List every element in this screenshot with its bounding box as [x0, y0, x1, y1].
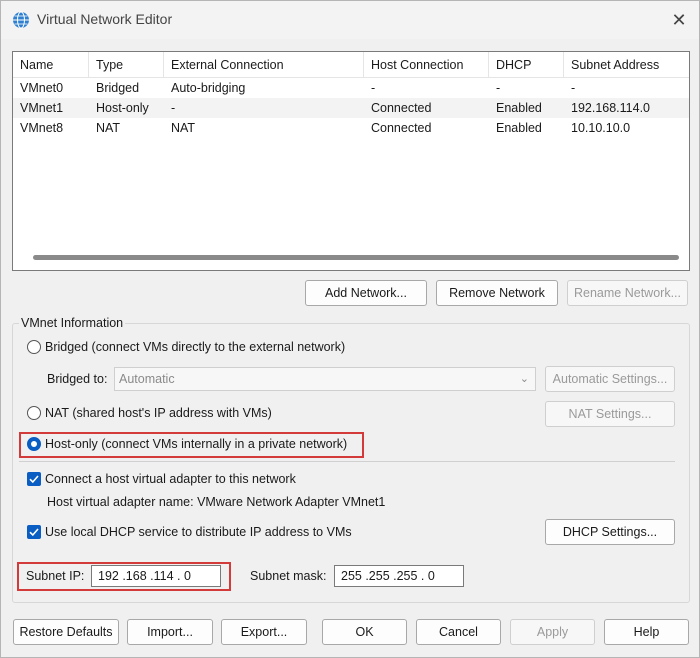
- apply-button[interactable]: Apply: [510, 619, 595, 645]
- bridged-to-select[interactable]: Automatic ⌄: [114, 367, 536, 391]
- table-cell: Host-only: [96, 101, 149, 115]
- import-button[interactable]: Import...: [127, 619, 213, 645]
- table-cell: Enabled: [496, 101, 542, 115]
- ok-button[interactable]: OK: [322, 619, 407, 645]
- add-network-button[interactable]: Add Network...: [305, 280, 427, 306]
- bridged-label[interactable]: Bridged (connect VMs directly to the ext…: [45, 340, 345, 354]
- subnet-ip-input[interactable]: 192 .168 .114 . 0: [91, 565, 221, 587]
- remove-network-button[interactable]: Remove Network: [436, 280, 558, 306]
- chevron-down-icon: ⌄: [519, 373, 529, 385]
- table-cell: Connected: [371, 121, 432, 135]
- globe-icon: [12, 11, 30, 29]
- table-cell: -: [371, 81, 376, 95]
- nat-label[interactable]: NAT (shared host's IP address with VMs): [45, 406, 272, 420]
- rename-network-button[interactable]: Rename Network...: [567, 280, 688, 306]
- adapter-name-text: Host virtual adapter name: VMware Networ…: [47, 495, 386, 509]
- title-bar: Virtual Network Editor ✕: [1, 1, 699, 39]
- nat-settings-button[interactable]: NAT Settings...: [545, 401, 675, 427]
- table-cell: VMnet0: [20, 81, 64, 95]
- column-header-name[interactable]: Name: [13, 52, 89, 78]
- vmnet-information-label: VMnet Information: [19, 316, 126, 330]
- dhcp-checkbox[interactable]: [27, 525, 41, 539]
- subnet-mask-label: Subnet mask:: [250, 569, 327, 583]
- bridged-radio[interactable]: [27, 340, 41, 354]
- cancel-button[interactable]: Cancel: [416, 619, 501, 645]
- nat-radio[interactable]: [27, 406, 41, 420]
- export-button[interactable]: Export...: [221, 619, 307, 645]
- network-table[interactable]: Name Type External Connection Host Conne…: [12, 51, 690, 271]
- table-cell: Enabled: [496, 121, 542, 135]
- virtual-network-editor-window: Virtual Network Editor ✕ Name Type Exter…: [0, 0, 700, 658]
- horizontal-scrollbar[interactable]: [33, 255, 679, 260]
- column-header-external-connection[interactable]: External Connection: [164, 52, 364, 78]
- table-header: Name Type External Connection Host Conne…: [13, 52, 689, 78]
- dhcp-settings-button[interactable]: DHCP Settings...: [545, 519, 675, 545]
- table-cell: Bridged: [96, 81, 140, 95]
- column-header-type[interactable]: Type: [89, 52, 164, 78]
- subnet-ip-label: Subnet IP:: [26, 569, 85, 583]
- table-cell: Auto-bridging: [171, 81, 246, 95]
- vmnet-information-group: [12, 323, 690, 603]
- table-cell: -: [496, 81, 501, 95]
- table-row[interactable]: VMnet0 Bridged Auto-bridging - - -: [13, 78, 689, 98]
- table-cell: NAT: [96, 121, 121, 135]
- window-title: Virtual Network Editor: [37, 11, 173, 27]
- restore-defaults-button[interactable]: Restore Defaults: [13, 619, 119, 645]
- table-cell: 192.168.114.0: [571, 101, 651, 115]
- host-only-label[interactable]: Host-only (connect VMs internally in a p…: [45, 437, 347, 451]
- column-header-dhcp[interactable]: DHCP: [489, 52, 564, 78]
- table-row[interactable]: VMnet8 NAT NAT Connected Enabled 10.10.1…: [13, 118, 689, 138]
- host-only-radio[interactable]: [27, 437, 41, 451]
- help-button[interactable]: Help: [604, 619, 689, 645]
- table-cell: -: [171, 101, 176, 115]
- column-header-host-connection[interactable]: Host Connection: [364, 52, 489, 78]
- close-icon[interactable]: ✕: [665, 7, 693, 33]
- connect-adapter-label[interactable]: Connect a host virtual adapter to this n…: [45, 472, 296, 486]
- connect-adapter-checkbox[interactable]: [27, 472, 41, 486]
- table-cell: Connected: [371, 101, 432, 115]
- automatic-settings-button[interactable]: Automatic Settings...: [545, 366, 675, 392]
- table-cell: VMnet8: [20, 121, 64, 135]
- subnet-mask-input[interactable]: 255 .255 .255 . 0: [334, 565, 464, 587]
- section-divider: [19, 461, 675, 462]
- table-cell: NAT: [171, 121, 196, 135]
- table-row[interactable]: VMnet1 Host-only - Connected Enabled 192…: [13, 98, 689, 118]
- bridged-to-label: Bridged to:: [47, 372, 108, 386]
- table-cell: 10.10.10.0: [571, 121, 631, 135]
- bridged-to-value: Automatic: [119, 372, 175, 386]
- column-header-subnet-address[interactable]: Subnet Address: [564, 52, 689, 78]
- dhcp-label[interactable]: Use local DHCP service to distribute IP …: [45, 525, 352, 539]
- table-cell: -: [571, 81, 576, 95]
- table-cell: VMnet1: [20, 101, 64, 115]
